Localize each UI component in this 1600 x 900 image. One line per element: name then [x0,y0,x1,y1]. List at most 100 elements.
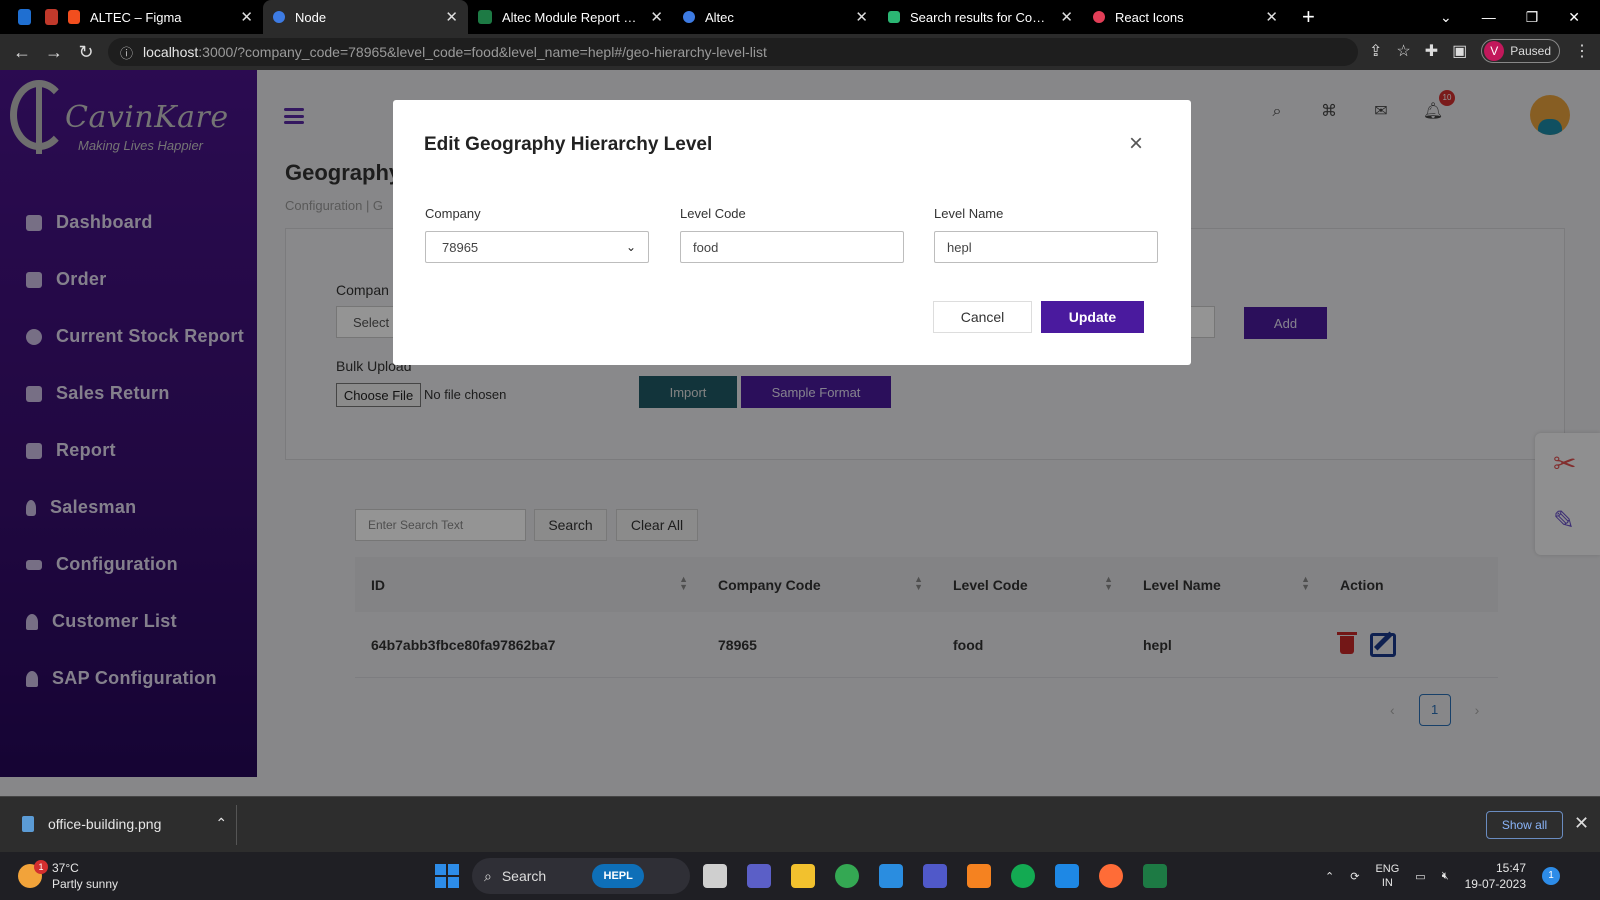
extensions-icon[interactable]: ✚ [1425,41,1438,61]
notification-count[interactable]: 1 [1542,867,1561,885]
forward-icon[interactable]: → [38,42,70,63]
taskbar-search[interactable]: ⌕ Search HEPL [472,858,690,894]
language-indicator[interactable]: ENG IN [1375,862,1399,890]
weather-widget[interactable]: 1 37°C Partly sunny [18,860,118,892]
tab-altec-report[interactable]: Altec Module Report - Pha ✕ [468,0,673,34]
profile-button[interactable]: V Paused [1481,39,1560,63]
tab-title: Node [295,9,327,25]
notepad-icon[interactable] [1055,864,1079,888]
level-code-label: Level Code [680,206,746,221]
level-code-field[interactable]: food [680,231,904,263]
xampp-icon[interactable] [967,864,991,888]
chevron-up-icon[interactable]: ⌃ [1325,870,1334,883]
tab-react-icons[interactable]: React Icons ✕ [1083,0,1288,34]
react-icon [683,11,695,23]
close-icon[interactable]: ✕ [445,8,458,26]
temperature: 37°C [52,861,79,875]
date: 19-07-2023 [1464,877,1527,891]
weather-text: 37°C Partly sunny [52,860,118,892]
tab-search-results[interactable]: Search results for Compan ✕ [878,0,1083,34]
excel-icon [478,10,492,24]
chat-icon[interactable] [747,864,771,888]
clock[interactable]: 15:47 19-07-2023 [1465,860,1526,892]
outlook-icon[interactable] [18,9,31,25]
teams-icon[interactable] [923,864,947,888]
site-info-icon[interactable]: ⓘ [120,43,133,62]
weather-badge: 1 [34,860,48,874]
close-icon[interactable]: ✕ [1574,813,1589,834]
close-icon[interactable]: ✕ [240,8,253,26]
close-icon[interactable]: ✕ [855,8,868,26]
mongodb-icon[interactable] [1011,864,1035,888]
chevron-up-icon[interactable]: ⌃ [215,815,227,832]
tab-altec[interactable]: Altec ✕ [673,0,878,34]
back-icon[interactable]: ← [6,42,38,63]
url-path: :3000/?company_code=78965&level_code=foo… [198,44,767,60]
minimize-icon[interactable]: — [1482,9,1496,25]
react-icons-icon [1093,11,1105,23]
close-icon[interactable]: × [1129,130,1143,158]
browser-menu-icon[interactable]: ⋮ [1574,41,1590,61]
vscode-icon[interactable] [879,864,903,888]
lang-secondary: IN [1381,877,1393,889]
volume-mute-icon[interactable]: 🔇︎ [1442,870,1449,883]
divider [236,805,237,845]
tab-figma[interactable]: ALTEC – Figma ✕ [58,0,263,34]
show-all-button[interactable]: Show all [1486,811,1563,839]
window-close-icon[interactable]: ✕ [1568,9,1580,26]
chrome-icon[interactable] [835,864,859,888]
url-field[interactable]: ⓘ localhost:3000/?company_code=78965&lev… [108,38,1358,66]
tab-title: ALTEC – Figma [90,9,182,25]
tab-node[interactable]: Node ✕ [263,0,468,34]
restore-icon[interactable]: ❐ [1526,9,1539,26]
company-value: 78965 [442,239,479,255]
excel-icon[interactable] [1143,864,1167,888]
address-bar: ← → ↻ ⓘ localhost:3000/?company_code=789… [0,34,1600,70]
postman-icon[interactable] [1099,864,1123,888]
lang-primary: ENG [1375,863,1400,875]
weather-condition: Partly sunny [52,877,119,891]
url-host: localhost [143,44,199,60]
task-view-icon[interactable] [703,864,727,888]
system-tray: ⌃ ⟳ ENG IN ▭ 🔇︎ 15:47 19-07-2023 1 [1325,860,1561,892]
tab-title: Altec Module Report - Pha [502,9,641,25]
display-icon[interactable]: ▭ [1415,870,1425,883]
file-icon [22,815,34,832]
edit-geography-modal: Edit Geography Hierarchy Level × Company… [393,100,1191,365]
sync-icon[interactable]: ⟳ [1350,870,1359,883]
new-tab-icon[interactable]: + [1302,4,1315,30]
tab-search-icon[interactable]: ⌄ [1440,9,1452,26]
time: 15:47 [1495,861,1527,875]
close-icon[interactable]: ✕ [650,8,663,26]
browser-tab-bar: ALTEC – Figma ✕ Node ✕ Altec Module Repo… [0,0,1600,34]
company-label: Company [425,206,481,221]
reload-icon[interactable]: ↻ [70,42,102,63]
windows-start-icon[interactable] [435,864,459,888]
taskbar-search-label: Search [501,868,547,884]
profile-avatar: V [1484,41,1505,61]
sidepanel-icon[interactable]: ▣ [1452,41,1467,61]
close-icon[interactable]: ✕ [1060,8,1073,26]
level-name-field[interactable]: hepl [934,231,1158,263]
bookmark-star-icon[interactable]: ☆ [1396,41,1410,61]
close-icon[interactable]: ✕ [1265,8,1278,26]
url-text: localhost:3000/?company_code=78965&level… [143,44,767,60]
download-item[interactable]: office-building.png ⌃ [22,815,227,832]
tab-title: React Icons [1115,9,1184,25]
downloads-bar: office-building.png ⌃ Show all ✕ [0,796,1600,852]
tab-title: Altec [705,9,734,25]
weather-sun-icon: 1 [18,860,48,888]
taskbar-apps [703,864,1167,888]
file-explorer-icon[interactable] [791,864,815,888]
cancel-button[interactable]: Cancel [933,301,1032,333]
level-name-label: Level Name [934,206,1004,221]
update-button[interactable]: Update [1041,301,1144,333]
chevron-down-icon: ⌄ [625,240,636,254]
browser-toolbar-icons: ⇪ ☆ ✚ ▣ V Paused ⋮ [1369,39,1590,63]
download-filename: office-building.png [48,815,162,832]
tab-title: Search results for Compan [910,9,1051,25]
share-icon[interactable]: ⇪ [1369,41,1382,61]
gmail-icon[interactable] [45,9,58,25]
company-select[interactable]: 78965 ⌄ [425,231,649,263]
modal-title: Edit Geography Hierarchy Level [424,134,713,155]
